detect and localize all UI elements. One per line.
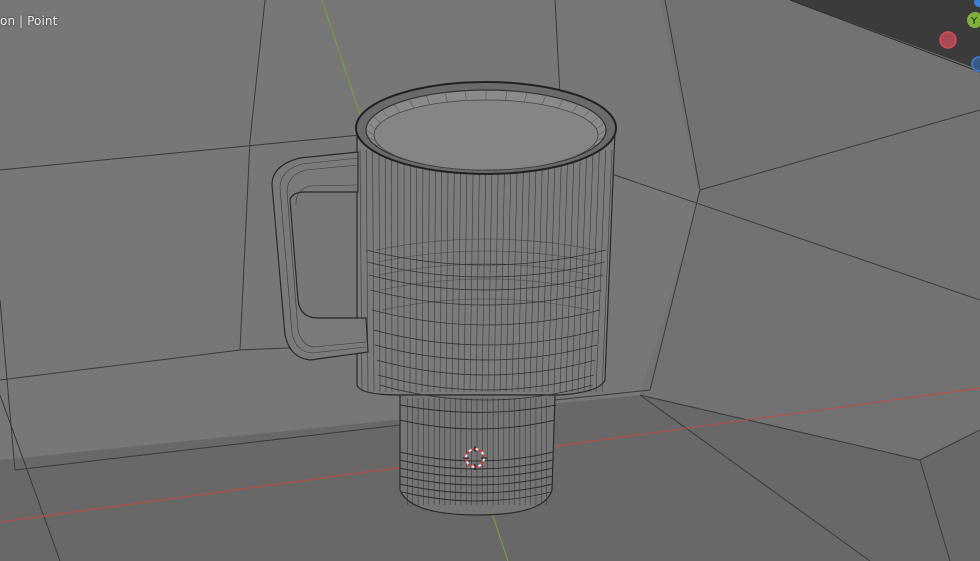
viewport-info-text: on | Point [0,14,58,28]
gizmo-neg-x-icon[interactable] [939,31,957,49]
gizmo-neg-z-icon[interactable] [971,56,980,72]
gizmo-y-label: Y [970,16,978,27]
3d-viewport[interactable]: Y on | Point [0,0,980,561]
viewport-scene[interactable]: Y [0,0,980,561]
side-wall-plane [640,0,980,460]
